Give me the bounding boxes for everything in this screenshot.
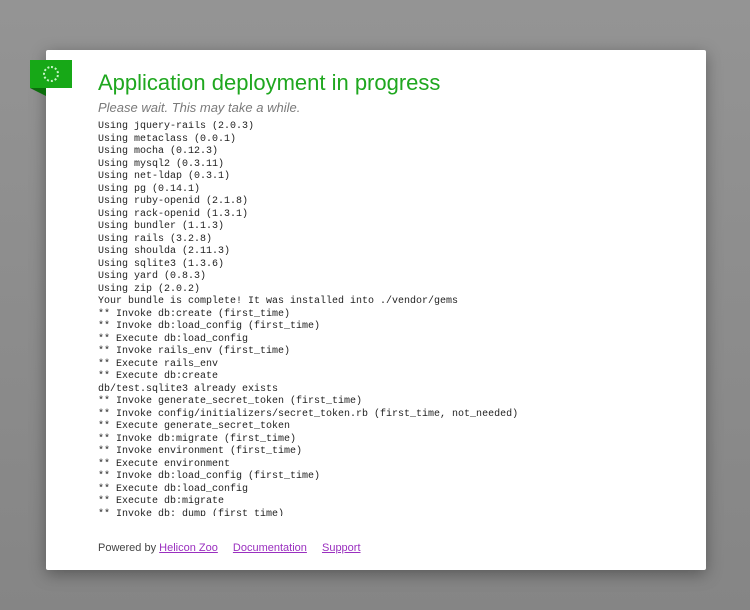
helicon-zoo-link[interactable]: Helicon Zoo: [159, 542, 218, 554]
documentation-link[interactable]: Documentation: [233, 542, 307, 554]
spinner-icon: [43, 66, 59, 82]
page-title: Application deployment in progress: [98, 70, 676, 96]
footer: Powered by Helicon Zoo Documentation Sup…: [98, 530, 676, 554]
support-link[interactable]: Support: [322, 542, 361, 554]
log-scroll-area[interactable]: Using jquery-rails (2.0.3) Using metacla…: [98, 121, 676, 516]
page-subtitle: Please wait. This may take a while.: [98, 100, 676, 115]
deploy-log: Using jquery-rails (2.0.3) Using metacla…: [98, 121, 670, 516]
footer-prefix: Powered by: [98, 542, 156, 554]
brand-ribbon: [30, 60, 72, 88]
deployment-panel: Application deployment in progress Pleas…: [46, 50, 706, 570]
